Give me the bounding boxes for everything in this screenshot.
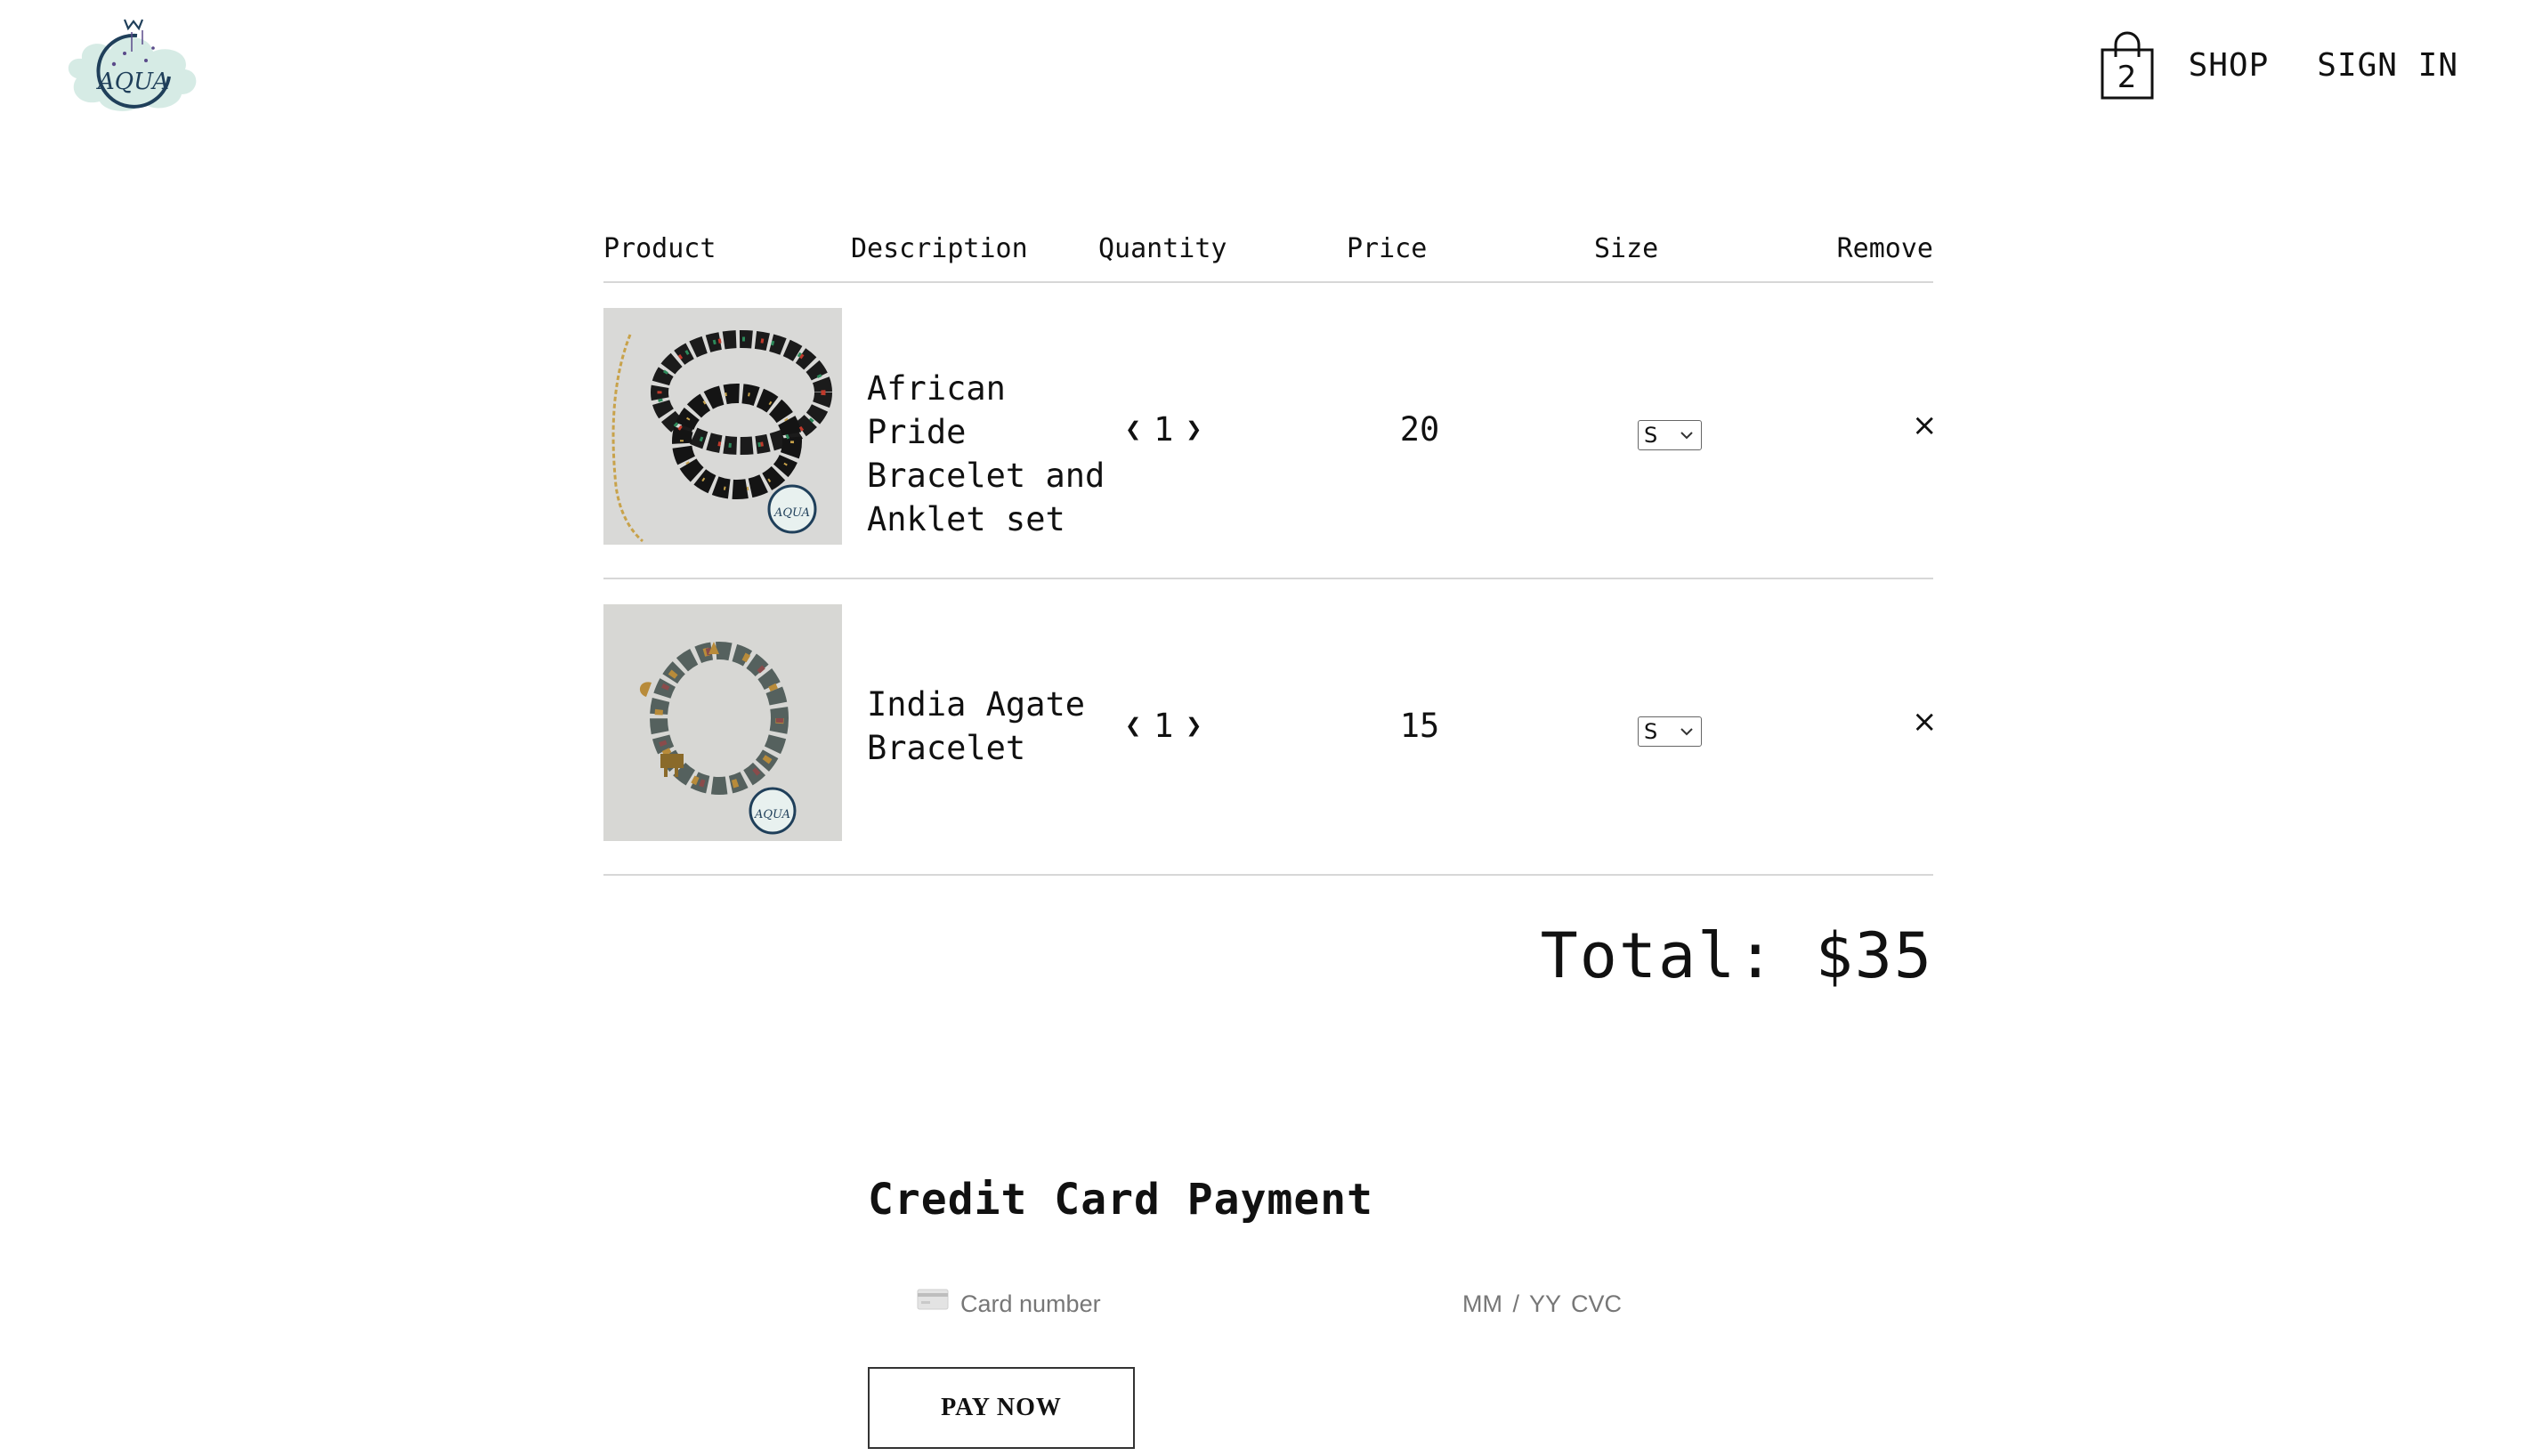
cart-total: Total: $35	[1540, 919, 1933, 992]
product-image[interactable]: AQUA	[603, 604, 842, 841]
quantity-stepper: ❮ 1 ❯	[1125, 410, 1232, 449]
card-input-row[interactable]: Card number MM / YY CVC	[868, 1278, 1936, 1331]
svg-text:AQUA: AQUA	[773, 506, 810, 520]
remove-item-button[interactable]: ×	[1912, 704, 1938, 740]
item-price: 20	[1399, 410, 1440, 449]
quantity-decrease-button[interactable]: ❮	[1125, 414, 1141, 445]
size-select[interactable]: S	[1638, 716, 1702, 747]
payment-section: Credit Card Payment Card number MM / YY …	[868, 1175, 1936, 1449]
column-header-size: Size	[1594, 233, 1659, 264]
product-description: India Agate Bracelet	[867, 685, 1086, 767]
nav-sign-in-link[interactable]: SIGN IN	[2317, 47, 2458, 84]
cart-button[interactable]: 2	[2100, 30, 2155, 100]
bracelet-photo-icon: AQUA	[603, 604, 842, 841]
quantity-decrease-button[interactable]: ❮	[1125, 710, 1141, 741]
pay-now-button[interactable]: PAY NOW	[868, 1367, 1135, 1449]
quantity-stepper: ❮ 1 ❯	[1125, 707, 1232, 745]
cart-row: AQUA African Pride Bracelet and Anklet s…	[603, 283, 1938, 579]
product-image[interactable]: AQUA	[603, 308, 842, 545]
column-header-remove: Remove	[1836, 233, 1933, 264]
cart-table: Product Description Quantity Price Size …	[603, 230, 1938, 992]
brand-logo[interactable]: AQUA	[61, 9, 208, 121]
cart-count-badge: 2	[2117, 60, 2137, 95]
remove-item-button[interactable]: ×	[1912, 408, 1938, 443]
quantity-increase-button[interactable]: ❯	[1186, 414, 1202, 445]
chevron-down-icon	[1680, 728, 1693, 736]
column-header-description: Description	[851, 233, 1028, 264]
column-header-quantity: Quantity	[1098, 233, 1227, 264]
svg-text:AQUA: AQUA	[96, 69, 169, 95]
product-description: African Pride Bracelet and Anklet set	[867, 369, 1105, 538]
size-selected-value: S	[1644, 719, 1658, 744]
quantity-value: 1	[1154, 707, 1174, 745]
card-number-input[interactable]: Card number	[960, 1290, 1101, 1318]
item-price: 15	[1399, 707, 1440, 745]
nav-shop-link[interactable]: SHOP	[2189, 47, 2270, 84]
cart-row: AQUA India Agate Bracelet ❮ 1 ❯ 15 S ×	[603, 579, 1938, 876]
credit-card-icon	[917, 1289, 949, 1310]
column-header-price: Price	[1347, 233, 1428, 264]
chevron-down-icon	[1680, 432, 1693, 440]
bracelet-photo-icon: AQUA	[603, 308, 842, 545]
card-expiry-cvc-input[interactable]: MM / YY CVC	[1462, 1290, 1622, 1318]
payment-title: Credit Card Payment	[868, 1175, 1374, 1225]
svg-text:AQUA: AQUA	[754, 808, 790, 821]
size-select[interactable]: S	[1638, 420, 1702, 450]
quantity-increase-button[interactable]: ❯	[1186, 710, 1202, 741]
column-header-product: Product	[603, 233, 717, 264]
size-selected-value: S	[1644, 423, 1658, 448]
table-header: Product Description Quantity Price Size …	[603, 230, 1933, 283]
top-nav: 2 SHOP SIGN IN	[2100, 25, 2458, 105]
quantity-value: 1	[1154, 410, 1174, 449]
